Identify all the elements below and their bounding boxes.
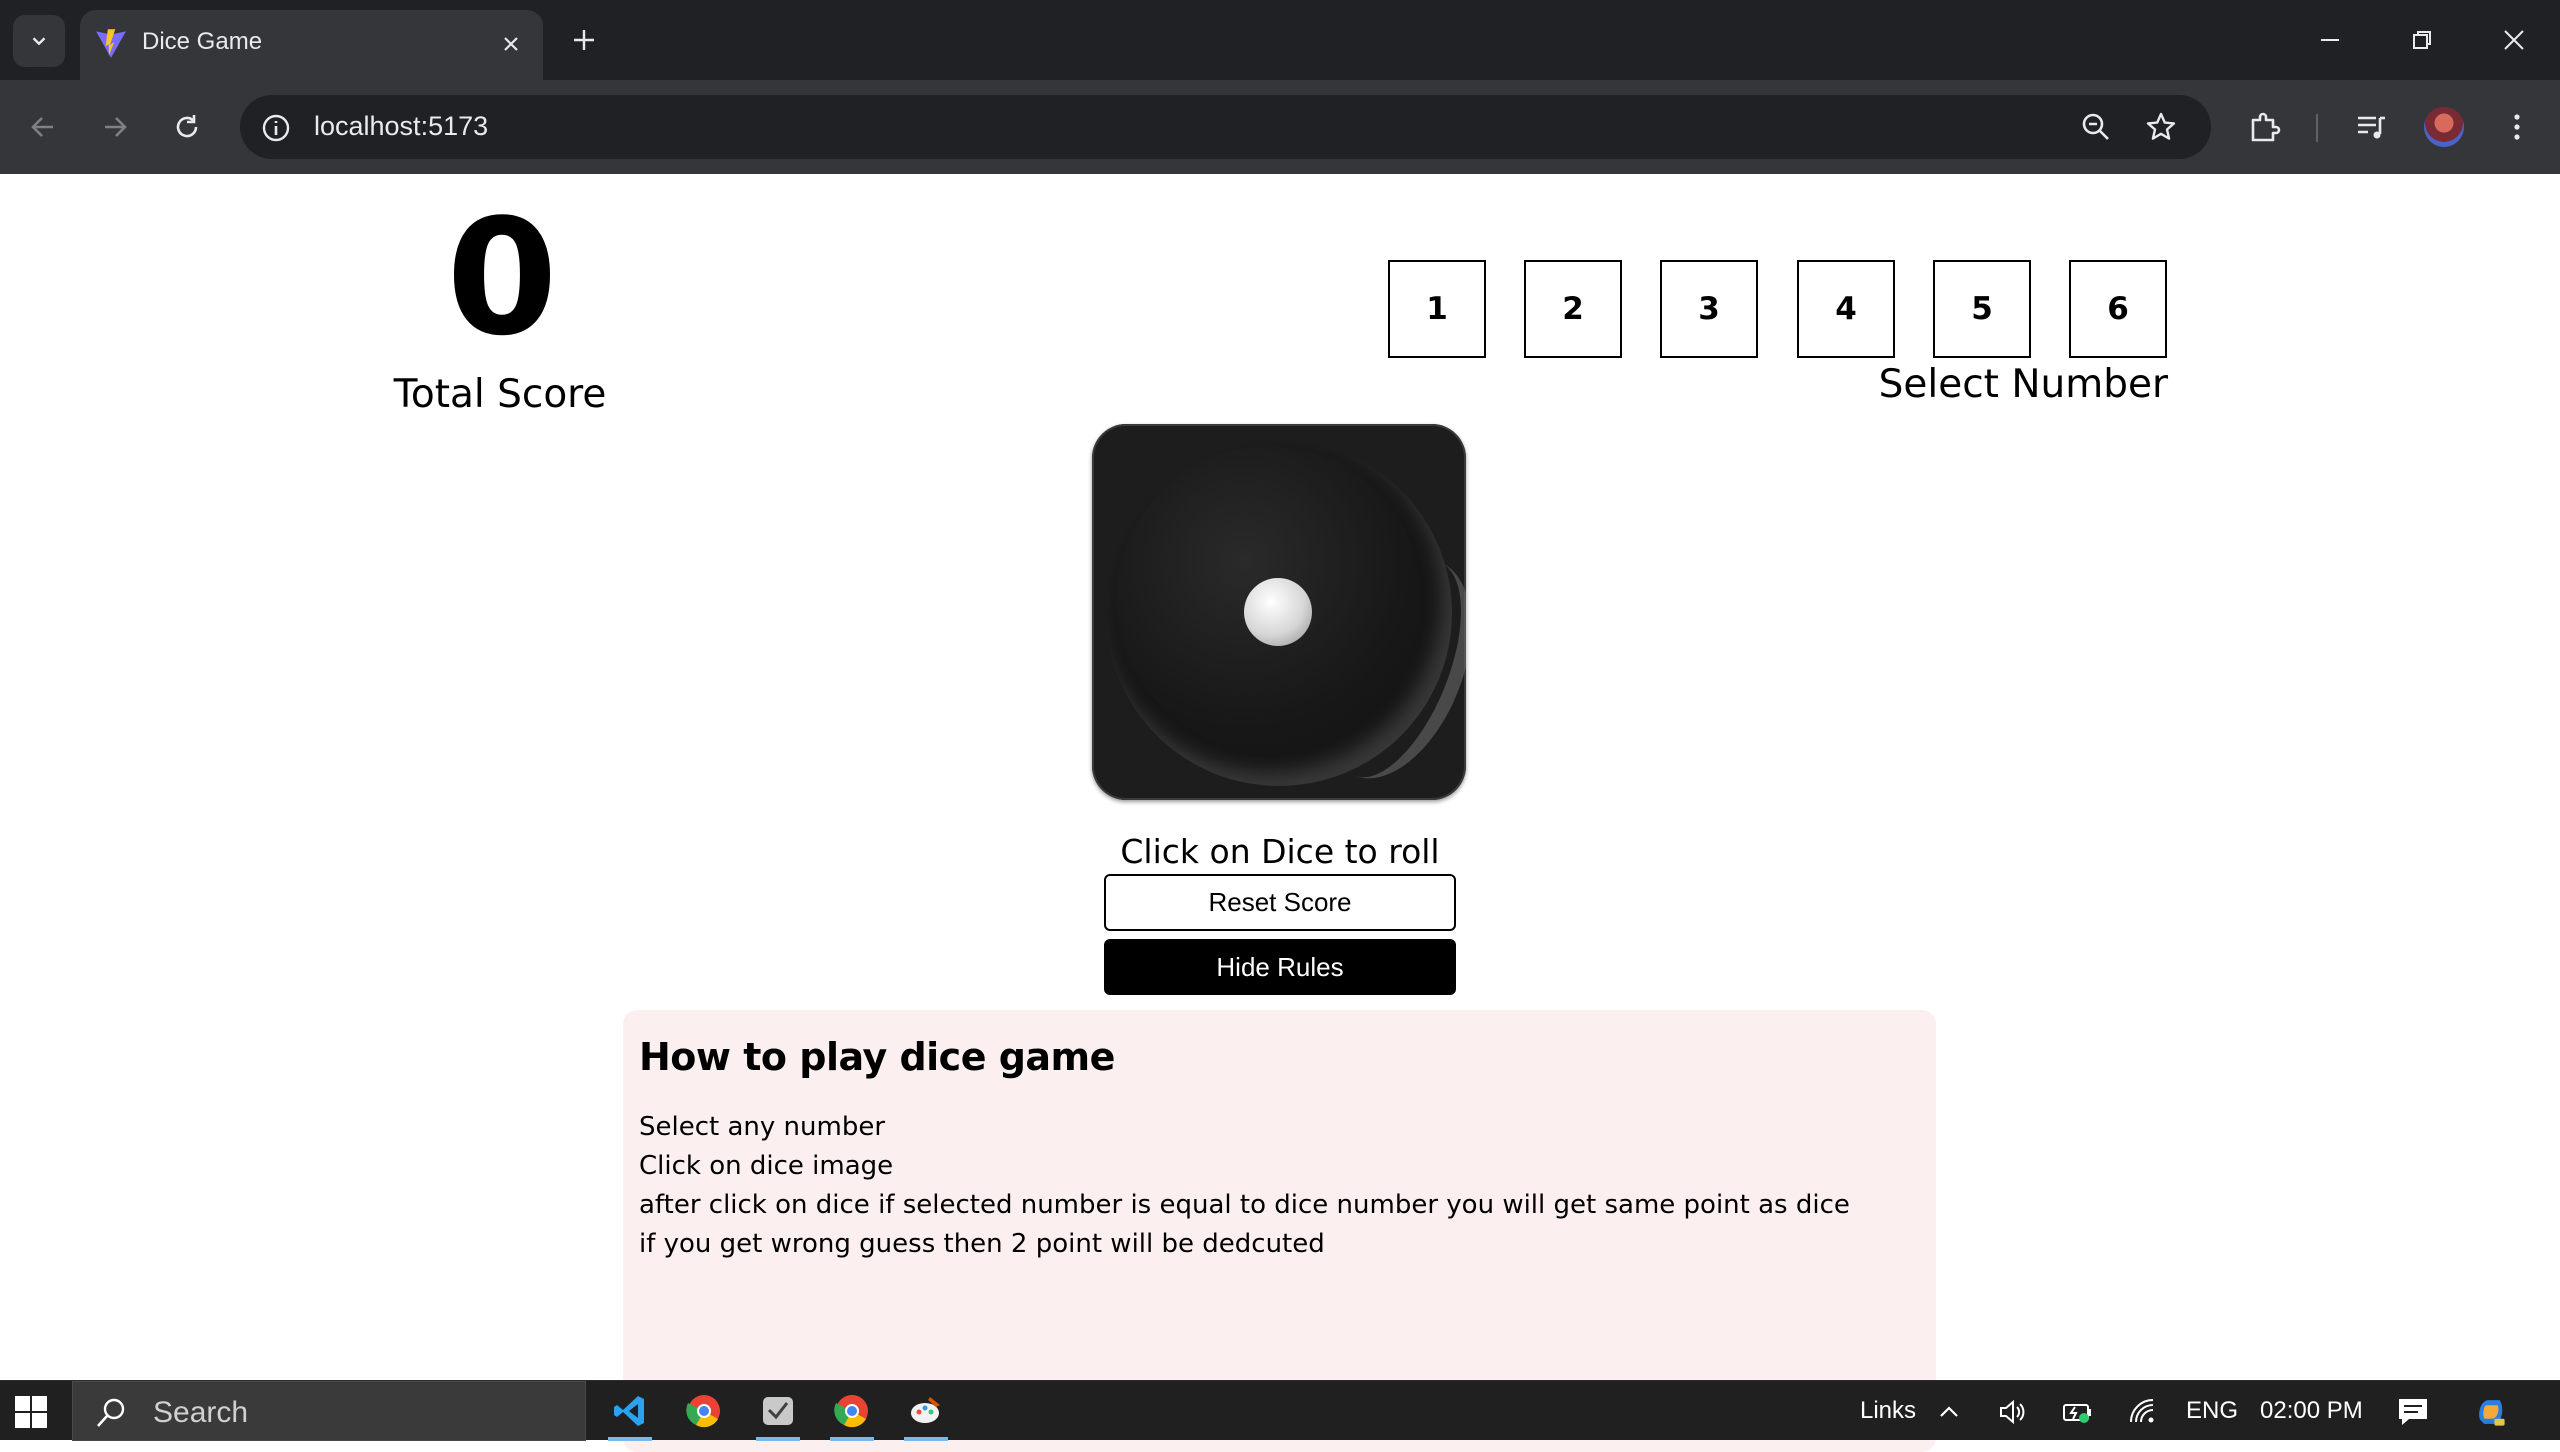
taskbar-app-mail[interactable] — [748, 1381, 808, 1441]
dice-image[interactable] — [1092, 424, 1466, 800]
puzzle-icon — [2251, 112, 2281, 142]
chrome-icon — [834, 1395, 868, 1428]
back-button[interactable] — [20, 104, 66, 150]
taskbar-app-chrome[interactable] — [674, 1381, 734, 1441]
paint-icon — [911, 1397, 940, 1423]
battery-charging-icon — [2063, 1404, 2091, 1423]
copilot-button[interactable] — [2474, 1395, 2508, 1429]
close-window-button[interactable] — [2492, 20, 2536, 60]
rules-list: Select any number Click on dice image af… — [639, 1108, 1920, 1264]
show-hidden-icons-button[interactable] — [1932, 1395, 1966, 1429]
dice-pip — [1244, 578, 1312, 646]
rule-line: Click on dice image — [639, 1151, 894, 1181]
number-box-5[interactable]: 5 — [1933, 260, 2031, 358]
speaker-icon — [2000, 1399, 2025, 1425]
chat-icon — [2399, 1399, 2427, 1425]
taskbar-app-vscode[interactable] — [600, 1381, 660, 1441]
rule-line: if you get wrong guess then 2 point will… — [639, 1229, 1325, 1259]
arrow-right-icon — [105, 117, 127, 137]
tab-close-button[interactable] — [497, 30, 525, 58]
windows-start-icon[interactable] — [14, 1395, 48, 1429]
input-language-indicator[interactable]: ENG — [2186, 1397, 2238, 1425]
bookmark-button[interactable] — [2143, 109, 2179, 145]
search-icon — [97, 1398, 125, 1427]
toolbar-separator — [2316, 114, 2318, 142]
zoom-out-icon — [2082, 113, 2109, 140]
reload-button[interactable] — [164, 104, 210, 150]
browser-tab-strip: Dice Game — [0, 0, 2560, 80]
vite-logo-icon — [96, 29, 126, 58]
restore-button[interactable] — [2400, 20, 2444, 60]
arrow-left-icon — [31, 117, 53, 137]
select-number-label: Select Number — [1878, 362, 2168, 407]
close-icon — [2504, 30, 2524, 50]
volume-button[interactable] — [1996, 1395, 2030, 1429]
windows-taskbar: Search Links ENG 02:00 PM — [0, 1380, 2560, 1441]
close-icon — [504, 37, 518, 51]
hide-rules-button[interactable]: Hide Rules — [1104, 939, 1456, 995]
copilot-icon — [2479, 1400, 2505, 1426]
music-queue-icon — [2358, 116, 2385, 139]
restore-icon — [2413, 31, 2431, 49]
number-box-1[interactable]: 1 — [1388, 260, 1486, 358]
total-score-value: 0 — [446, 184, 557, 371]
browser-menu-button[interactable] — [2496, 106, 2538, 148]
roll-hint-text: Click on Dice to roll — [1120, 832, 1440, 871]
avatar[interactable] — [2424, 107, 2464, 147]
site-info-icon[interactable] — [260, 112, 292, 144]
clock[interactable]: 02:00 PM — [2260, 1397, 2363, 1425]
browser-toolbar: localhost:5173 — [0, 80, 2560, 174]
number-box-6[interactable]: 6 — [2069, 260, 2167, 358]
wifi-icon — [2130, 1399, 2154, 1423]
total-score-block: 0 Total Score — [380, 188, 620, 420]
star-icon — [2146, 112, 2176, 140]
media-control-button[interactable] — [2350, 106, 2392, 148]
minimize-button[interactable] — [2308, 20, 2352, 60]
minimize-icon — [2321, 39, 2339, 41]
dice-game-page: 0 Total Score 1 2 3 4 5 6 Select Number … — [0, 174, 2560, 1452]
reload-icon — [176, 115, 198, 138]
extensions-button[interactable] — [2244, 106, 2286, 148]
chevron-up-icon — [1940, 1406, 1958, 1417]
taskbar-links-toolbar[interactable]: Links — [1860, 1397, 1916, 1425]
notification-center-button[interactable] — [2396, 1395, 2430, 1429]
mail-app-icon — [763, 1397, 793, 1425]
plus-icon — [574, 30, 594, 50]
chrome-icon — [686, 1395, 720, 1428]
tab-title: Dice Game — [142, 28, 263, 55]
forward-button[interactable] — [92, 104, 138, 150]
number-box-3[interactable]: 3 — [1660, 260, 1758, 358]
reset-score-button[interactable]: Reset Score — [1104, 874, 1456, 931]
vscode-icon — [614, 1396, 644, 1426]
network-button[interactable] — [2126, 1395, 2160, 1429]
more-vertical-icon — [2514, 114, 2520, 140]
rules-title: How to play dice game — [639, 1035, 1115, 1079]
taskbar-search-box[interactable]: Search — [72, 1381, 586, 1441]
battery-button[interactable] — [2060, 1395, 2094, 1429]
number-box-2[interactable]: 2 — [1524, 260, 1622, 358]
zoom-button[interactable] — [2078, 109, 2114, 145]
address-bar[interactable]: localhost:5173 — [240, 95, 2211, 159]
taskbar-app-paint[interactable] — [896, 1381, 956, 1441]
number-box-4[interactable]: 4 — [1797, 260, 1895, 358]
new-tab-button[interactable] — [566, 22, 602, 58]
rule-line: after click on dice if selected number i… — [639, 1190, 1850, 1220]
total-score-label: Total Score — [393, 372, 607, 417]
tab-search-button[interactable] — [13, 15, 65, 67]
rule-line: Select any number — [639, 1112, 886, 1142]
url-text[interactable]: localhost:5173 — [314, 111, 488, 142]
taskbar-app-chrome-active[interactable] — [822, 1381, 882, 1441]
chevron-down-icon — [32, 37, 46, 46]
browser-tab[interactable]: Dice Game — [80, 10, 543, 80]
search-placeholder: Search — [153, 1396, 249, 1429]
